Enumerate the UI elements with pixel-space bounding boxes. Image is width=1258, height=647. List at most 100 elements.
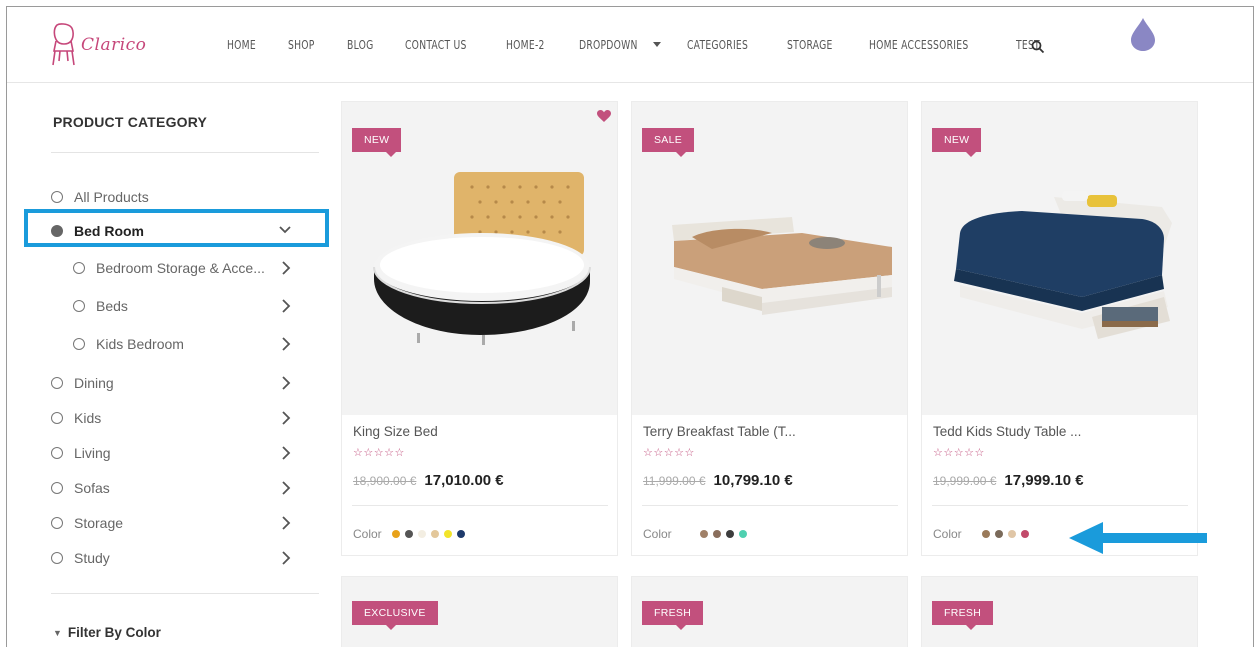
- sidebar-item-label: Study: [74, 550, 110, 566]
- product-name[interactable]: Tedd Kids Study Table ...: [933, 424, 1081, 439]
- product-badge: EXCLUSIVE: [352, 601, 438, 630]
- product-card[interactable]: NEW Tedd Kids Study Table ... ☆☆☆☆☆ 19,9…: [921, 101, 1198, 556]
- sidebar-item-storage[interactable]: Storage: [51, 512, 301, 534]
- sidebar-item-label: Kids Bedroom: [96, 336, 184, 352]
- search-icon[interactable]: [1031, 40, 1045, 54]
- sidebar-item-study[interactable]: Study: [51, 547, 301, 569]
- chevron-right-icon[interactable]: [281, 551, 291, 565]
- sidebar-item-bedroom-storage[interactable]: Bedroom Storage & Acce...: [73, 257, 301, 279]
- old-price: 11,999.00 €: [643, 474, 706, 488]
- nav-home-2[interactable]: HOME-2: [506, 37, 545, 52]
- annotation-arrow-icon: [1069, 522, 1207, 554]
- sidebar-item-label: Beds: [96, 298, 128, 314]
- current-price: 17,999.10 €: [1004, 472, 1084, 489]
- chevron-right-icon[interactable]: [281, 261, 291, 275]
- color-swatch[interactable]: [994, 530, 1003, 538]
- sidebar-item-sofas[interactable]: Sofas: [51, 477, 301, 499]
- radio-icon: [51, 377, 63, 389]
- caret-down-icon: ▼: [53, 627, 62, 638]
- sidebar-item-label: Sofas: [74, 480, 110, 496]
- divider: [642, 505, 898, 506]
- nav-contact-us[interactable]: CONTACT US: [405, 37, 467, 52]
- chevron-right-icon[interactable]: [281, 376, 291, 390]
- product-card[interactable]: FRESH: [921, 576, 1198, 647]
- radio-icon: [51, 412, 63, 424]
- color-label: Color: [933, 527, 962, 541]
- sidebar-item-all-products[interactable]: All Products: [51, 186, 301, 208]
- droplet-icon: [1131, 18, 1155, 51]
- sidebar-item-label: Living: [74, 445, 111, 461]
- radio-icon: [73, 300, 85, 312]
- nav-storage[interactable]: STORAGE: [787, 37, 833, 52]
- color-swatch[interactable]: [417, 530, 426, 538]
- sidebar-item-kids-bedroom[interactable]: Kids Bedroom: [73, 333, 301, 355]
- color-label: Color: [353, 527, 382, 541]
- product-image-area[interactable]: SALE: [632, 102, 907, 415]
- nav-home-accessories[interactable]: HOME ACCESSORIES: [869, 37, 968, 52]
- sidebar-title: PRODUCT CATEGORY: [53, 114, 208, 130]
- chevron-right-icon[interactable]: [281, 481, 291, 495]
- chevron-right-icon[interactable]: [281, 516, 291, 530]
- nav-home[interactable]: HOME: [227, 37, 256, 52]
- sidebar-item-kids[interactable]: Kids: [51, 407, 301, 429]
- radio-icon: [51, 517, 63, 529]
- color-swatch[interactable]: [443, 530, 452, 538]
- main-nav: HOME SHOP BLOG CONTACT US HOME-2 DROPDOW…: [227, 37, 1071, 52]
- sidebar-item-label: Dining: [74, 375, 114, 391]
- caret-down-icon: [652, 42, 661, 47]
- chevron-right-icon[interactable]: [281, 446, 291, 460]
- radio-icon: [51, 552, 63, 564]
- filter-by-color-toggle[interactable]: ▼ Filter By Color: [53, 625, 161, 640]
- sidebar-item-label: Storage: [74, 515, 124, 531]
- chevron-right-icon[interactable]: [281, 299, 291, 313]
- product-badge: NEW: [932, 128, 982, 157]
- filter-title: Filter By Color: [67, 625, 161, 640]
- color-swatch[interactable]: [391, 530, 400, 538]
- nav-dropdown[interactable]: DROPDOWN: [579, 37, 687, 52]
- rating-stars: ☆☆☆☆☆: [643, 447, 695, 459]
- product-name[interactable]: King Size Bed: [353, 424, 438, 439]
- product-image-area[interactable]: NEW: [342, 102, 617, 415]
- heart-icon[interactable]: [597, 110, 611, 123]
- color-swatch[interactable]: [725, 530, 734, 538]
- product-card[interactable]: NEW King Size Bed ☆☆☆☆☆ 18,900.00 € 17,0…: [341, 101, 618, 556]
- radio-icon: [51, 447, 63, 459]
- product-badge: NEW: [352, 128, 402, 157]
- color-swatch[interactable]: [738, 530, 747, 538]
- nav-shop[interactable]: SHOP: [288, 37, 315, 52]
- logo-text: Clarico: [81, 35, 147, 55]
- nav-categories[interactable]: CATEGORIES: [687, 37, 748, 52]
- product-name[interactable]: Terry Breakfast Table (T...: [643, 424, 796, 439]
- sidebar-item-beds[interactable]: Beds: [73, 295, 301, 317]
- color-swatch[interactable]: [404, 530, 413, 538]
- product-image-area[interactable]: NEW: [922, 102, 1197, 415]
- nav-blog[interactable]: BLOG: [347, 37, 373, 52]
- platform-bed-image: [672, 217, 892, 315]
- product-card[interactable]: FRESH: [631, 576, 908, 647]
- color-swatch[interactable]: [456, 530, 465, 538]
- current-price: 10,799.10 €: [713, 472, 793, 489]
- product-badge: FRESH: [932, 601, 994, 630]
- color-swatch[interactable]: [1007, 530, 1016, 538]
- current-price: 17,010.00 €: [424, 472, 504, 489]
- product-card[interactable]: EXCLUSIVE: [341, 576, 618, 647]
- chevron-right-icon[interactable]: [281, 337, 291, 351]
- sidebar-item-dining[interactable]: Dining: [51, 372, 301, 394]
- product-card[interactable]: SALE Terry Breakfast Table (T... ☆☆☆☆☆ 1…: [631, 101, 908, 556]
- color-swatch[interactable]: [1020, 530, 1029, 538]
- radio-icon: [73, 338, 85, 350]
- color-swatch[interactable]: [981, 530, 990, 538]
- color-swatch[interactable]: [430, 530, 439, 538]
- logo[interactable]: Clarico: [51, 23, 146, 67]
- sidebar-item-living[interactable]: Living: [51, 442, 301, 464]
- rating-stars: ☆☆☆☆☆: [933, 447, 985, 459]
- chevron-right-icon[interactable]: [281, 411, 291, 425]
- chair-logo-icon: [52, 23, 75, 66]
- old-price: 18,900.00 €: [353, 474, 417, 488]
- color-swatch[interactable]: [699, 530, 708, 538]
- color-label: Color: [643, 527, 672, 541]
- color-swatches: Color: [933, 527, 1034, 541]
- color-swatch[interactable]: [712, 530, 721, 538]
- divider: [51, 152, 319, 153]
- radio-icon: [51, 482, 63, 494]
